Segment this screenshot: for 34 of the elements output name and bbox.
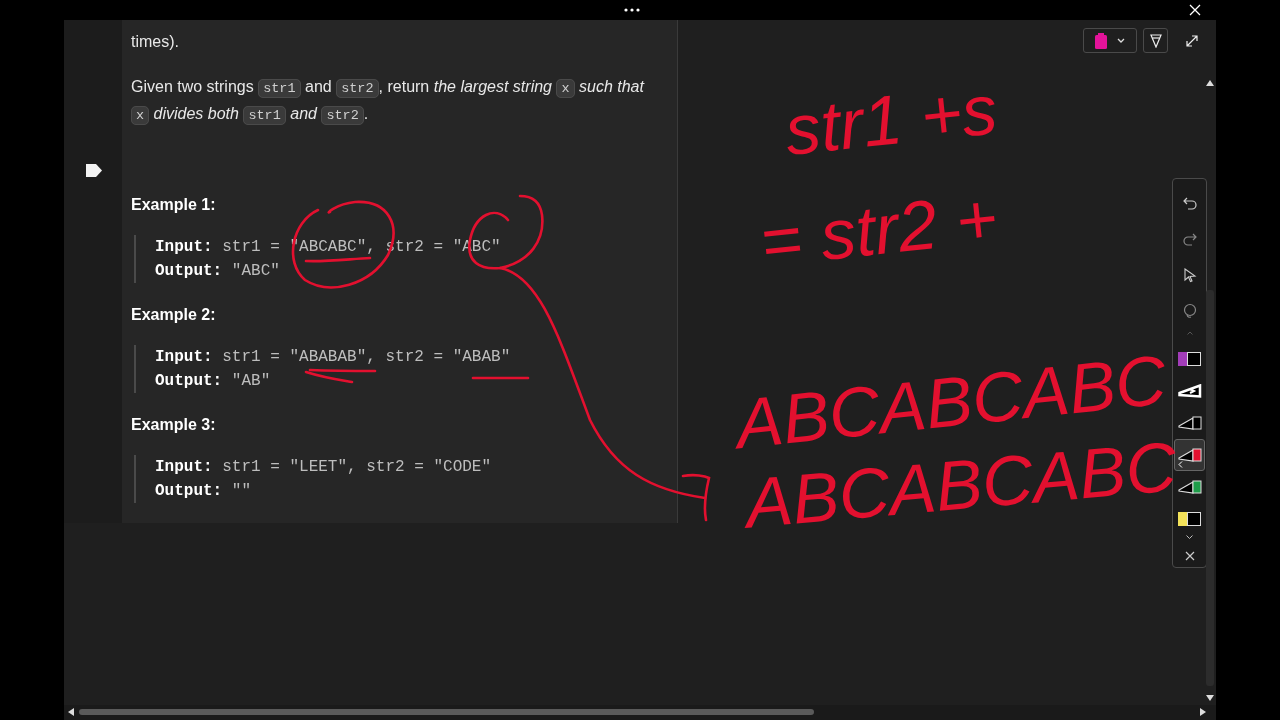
handwritten-note: str1 +s bbox=[781, 69, 1001, 171]
scroll-up-icon[interactable] bbox=[1206, 80, 1214, 86]
ink-underline bbox=[304, 256, 372, 263]
horizontal-scrollbar[interactable] bbox=[79, 709, 814, 715]
close-icon[interactable] bbox=[1184, 551, 1195, 561]
more-icon[interactable] bbox=[624, 8, 640, 12]
example-title: Example 1: bbox=[131, 195, 216, 215]
example-text: Output: "" bbox=[155, 481, 252, 502]
lasso-icon[interactable] bbox=[1181, 303, 1198, 319]
pen-tool[interactable] bbox=[1174, 439, 1205, 471]
ink-underline bbox=[471, 376, 530, 380]
scroll-left-icon[interactable] bbox=[68, 708, 74, 716]
example-text: Output: "AB" bbox=[155, 371, 271, 392]
chevron-left-icon bbox=[1178, 461, 1183, 468]
redo-icon[interactable] bbox=[1181, 231, 1198, 247]
funnel-icon bbox=[1149, 33, 1162, 48]
example-text: Input: str1 = "LEET", str2 = "CODE" bbox=[155, 457, 492, 478]
pointer-icon[interactable] bbox=[1181, 267, 1198, 283]
problem-statement: Given two strings str1 and str2 , return the largest string x such that x divides both str1 and str2 . bbox=[131, 77, 646, 127]
example-title: Example 3: bbox=[131, 415, 216, 435]
chevron-down-icon bbox=[1117, 38, 1125, 43]
expand-icon[interactable] bbox=[1186, 34, 1198, 47]
scroll-down-icon[interactable] bbox=[1206, 695, 1214, 701]
tag-icon[interactable] bbox=[86, 164, 102, 177]
pen-color-dropdown[interactable] bbox=[1083, 28, 1137, 53]
problem-statement: times). bbox=[131, 32, 180, 52]
example-text: Input: str1 = "ABABAB", str2 = "ABAB" bbox=[155, 347, 511, 368]
scroll-right-icon[interactable] bbox=[1200, 708, 1206, 716]
example-title: Example 2: bbox=[131, 305, 216, 325]
example-text: Output: "ABC" bbox=[155, 261, 280, 282]
undo-icon[interactable] bbox=[1181, 195, 1198, 211]
vertical-scrollbar[interactable] bbox=[1206, 290, 1214, 686]
handwritten-note: = str2 + bbox=[756, 177, 1001, 283]
chevron-down-icon[interactable] bbox=[1186, 535, 1193, 539]
